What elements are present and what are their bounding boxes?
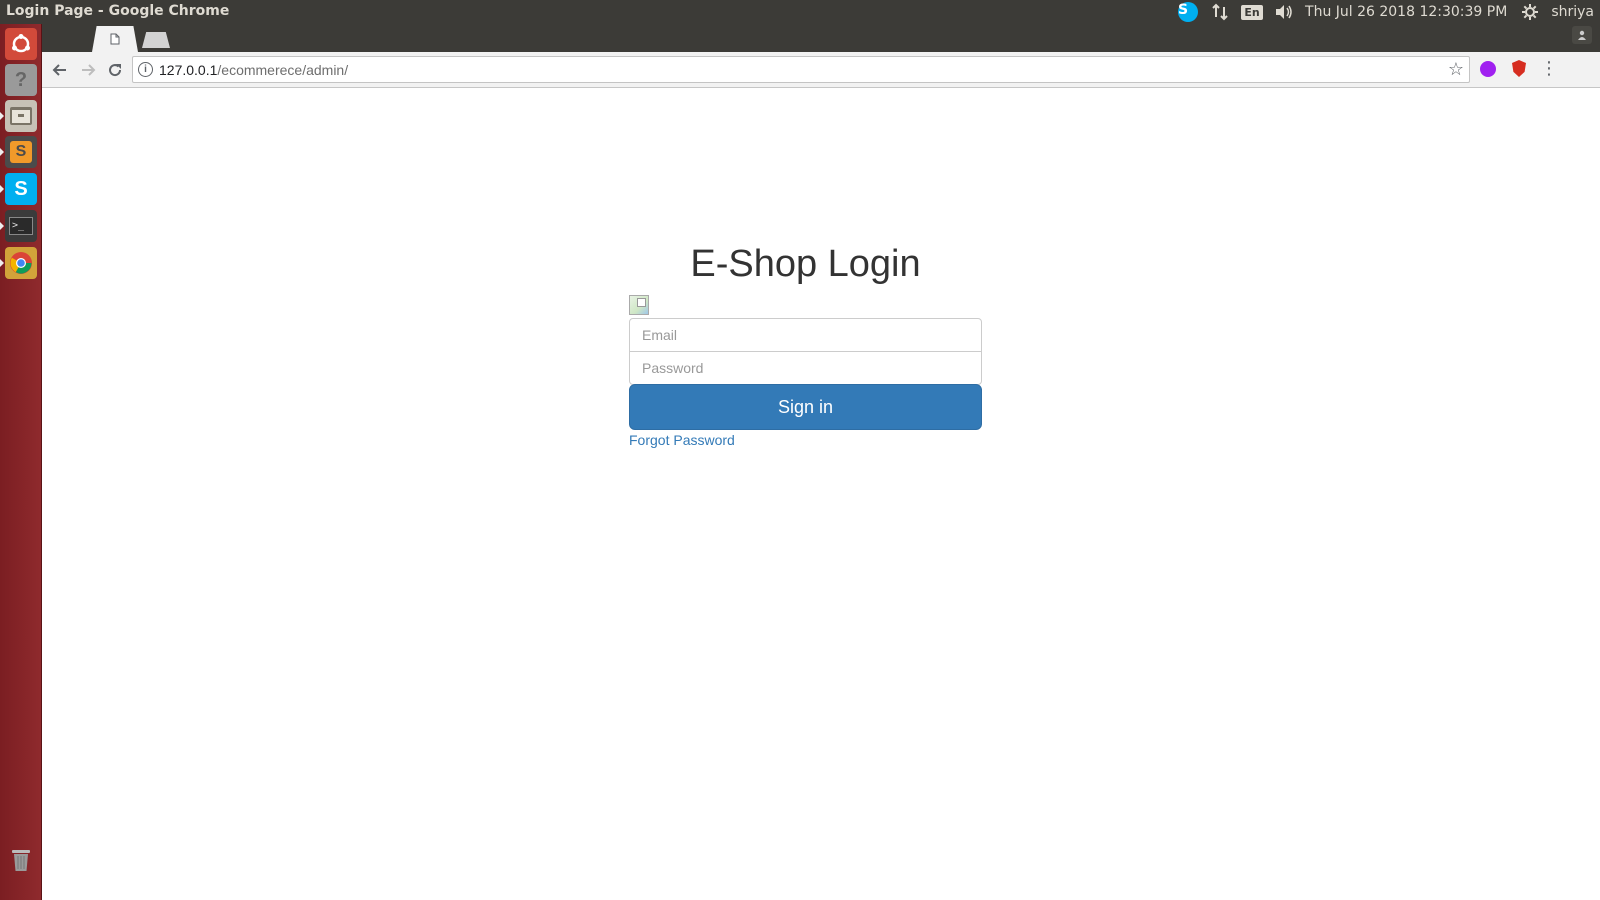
forgot-password-link[interactable]: Forgot Password [629, 432, 735, 448]
window-title: Login Page - Google Chrome [6, 3, 230, 19]
top-panel: Login Page - Google Chrome S En Thu Jul … [0, 0, 1600, 24]
files-icon[interactable] [5, 100, 37, 132]
page-icon [110, 33, 120, 45]
ubuntu-dash-icon[interactable] [5, 28, 37, 60]
url-host: 127.0.0.1 [159, 62, 218, 78]
chrome-menu-icon[interactable]: ⋮ [1540, 58, 1558, 79]
shield-icon[interactable] [1512, 60, 1526, 77]
extension-icon[interactable] [1480, 61, 1496, 77]
sign-in-button[interactable]: Sign in [629, 384, 982, 430]
bookmark-star-icon[interactable]: ☆ [1448, 59, 1464, 80]
network-icon[interactable] [1209, 1, 1231, 23]
chrome-icon[interactable] [5, 247, 37, 279]
back-button[interactable] [48, 58, 72, 82]
skype-icon[interactable]: S [5, 173, 37, 205]
reload-button[interactable] [103, 58, 127, 82]
trash-icon[interactable] [5, 844, 37, 876]
browser-toolbar: i 127.0.0.1/ecommerece/admin/ ☆ ⋮ [42, 52, 1600, 88]
tab-login-page[interactable] [92, 26, 138, 52]
broken-image-icon [629, 295, 649, 315]
url-path: /ecommerece/admin/ [217, 62, 349, 78]
tab-strip [42, 24, 1600, 52]
user-name[interactable]: shriya [1551, 4, 1594, 20]
gear-icon[interactable] [1519, 1, 1541, 23]
launcher-running-indicator [0, 222, 4, 230]
help-icon[interactable]: ? [5, 64, 37, 96]
keyboard-layout-indicator[interactable]: En [1241, 1, 1263, 23]
password-field[interactable] [629, 351, 982, 385]
skype-tray-icon[interactable]: S [1177, 1, 1199, 23]
address-bar[interactable]: i 127.0.0.1/ecommerece/admin/ ☆ [132, 56, 1470, 83]
page-content: E-Shop Login Sign in Forgot Password [43, 89, 1600, 900]
clock[interactable]: Thu Jul 26 2018 12:30:39 PM [1305, 4, 1507, 20]
volume-icon[interactable] [1273, 1, 1295, 23]
terminal-icon[interactable]: >_ [5, 210, 37, 242]
info-icon[interactable]: i [138, 62, 153, 77]
login-form: E-Shop Login Sign in Forgot Password [629, 239, 982, 450]
page-title: E-Shop Login [690, 243, 921, 285]
url-text[interactable]: 127.0.0.1/ecommerece/admin/ [159, 62, 348, 78]
sublime-text-icon[interactable]: S [5, 136, 37, 168]
launcher-running-indicator [0, 259, 4, 267]
launcher: ? S S >_ [0, 24, 42, 900]
forward-button[interactable] [76, 58, 100, 82]
system-tray: S En Thu Jul 26 2018 12:30:39 PM shriya [1177, 0, 1594, 24]
launcher-running-indicator [0, 148, 4, 156]
new-tab-button[interactable] [142, 32, 170, 48]
profile-icon[interactable] [1572, 26, 1592, 44]
launcher-running-indicator [0, 185, 4, 193]
email-field[interactable] [629, 318, 982, 352]
launcher-running-indicator [0, 112, 4, 120]
